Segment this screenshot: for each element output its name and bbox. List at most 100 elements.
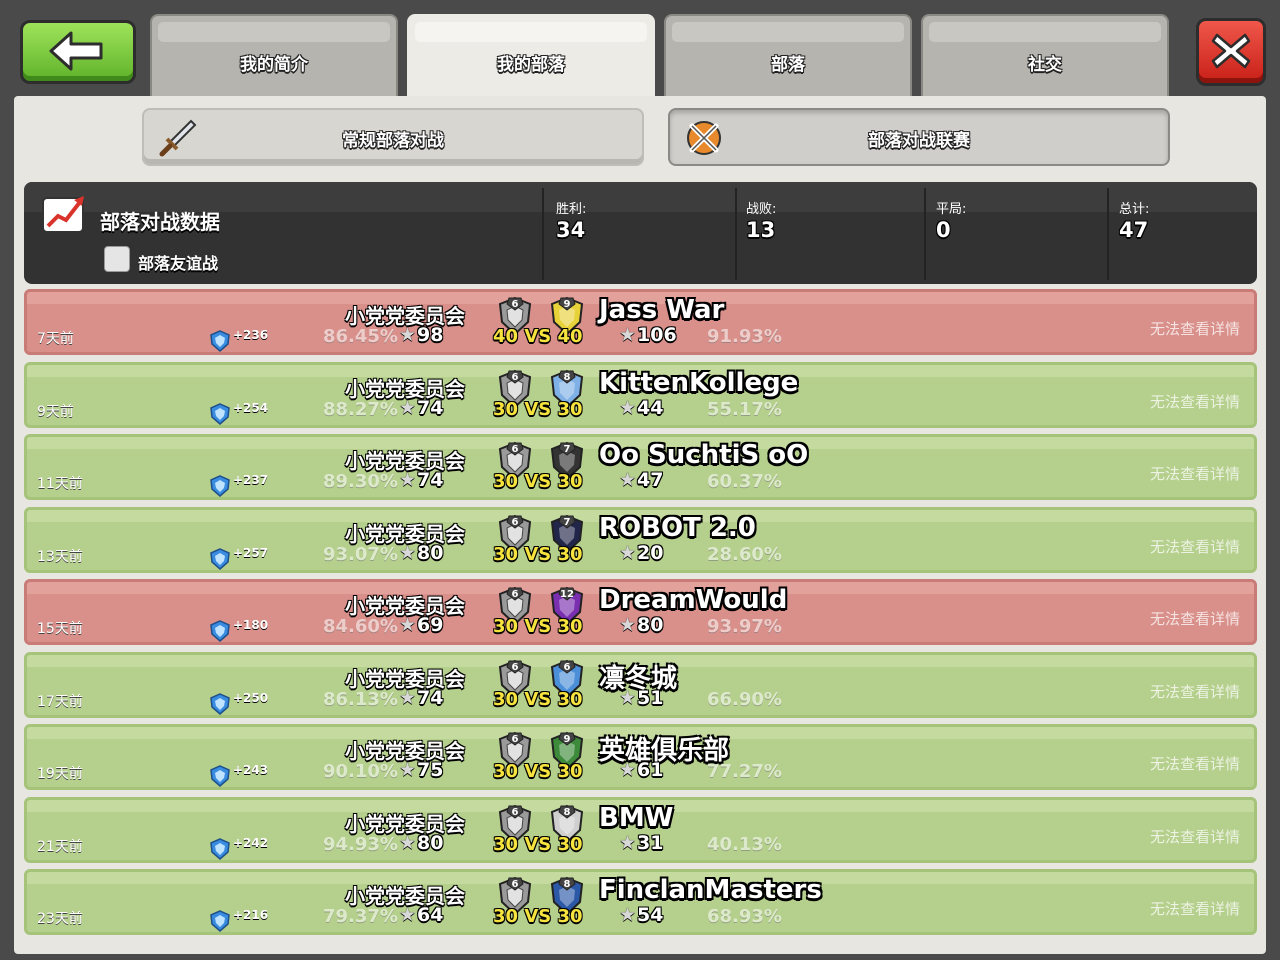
enemy-clan-level: 8 [564,372,571,383]
enemy-stars: ★44 [619,397,664,419]
tab-social[interactable]: 社交 [921,14,1169,98]
wins-label: 胜利: [556,202,587,217]
close-button[interactable] [1196,18,1266,86]
view-details-disabled: 无法查看详情 [1149,900,1240,918]
tab-highlight [672,22,904,42]
subtab-regular-war[interactable]: 常规部落对战 [142,108,644,166]
divider [924,188,926,280]
star-icon: ★ [619,469,637,491]
enemy-stars: ★47 [619,469,664,491]
star-icon: ★ [619,397,637,419]
my-stars: ★69 [399,614,444,636]
enemy-stars-value: 80 [637,614,664,636]
divider [542,188,544,280]
enemy-clan-level: 8 [564,807,571,818]
enemy-destruction-percent: 40.13% [707,834,782,855]
my-destruction-percent: 79.37% [323,906,398,927]
tab-highlight [415,22,647,42]
star-icon: ★ [619,832,637,854]
clan-xp-gain: +236 [233,328,269,342]
enemy-stars: ★20 [619,542,664,564]
friendly-war-checkbox[interactable] [104,246,130,272]
my-destruction-percent: 90.10% [323,761,398,782]
my-stars: ★74 [399,397,444,419]
war-size: 30 VS 30 [493,689,583,710]
my-stars: ★80 [399,542,444,564]
war-size: 30 VS 30 [493,761,583,782]
war-log-row[interactable]: 7天前 +236 小党党委员会 86.45% ★98 6 9 40 VS 40 … [24,289,1257,355]
war-log-row[interactable]: 17天前 +250 小党党委员会 86.13% ★74 6 6 30 VS 30… [24,652,1257,718]
war-log-row[interactable]: 21天前 +242 小党党委员会 94.93% ★80 6 8 30 VS 30… [24,797,1257,863]
my-clan-level: 6 [512,734,519,745]
clan-xp-gain: +242 [233,836,269,850]
subtab-war-league[interactable]: 部落对战联赛 [668,108,1170,166]
star-icon: ★ [399,832,417,854]
star-icon: ★ [619,324,637,346]
tab-my-clan[interactable]: 我的部落 [407,14,655,100]
war-time-ago: 15天前 [37,621,83,637]
star-icon: ★ [399,324,417,346]
clan-xp-gain: +237 [233,473,269,487]
view-details-disabled: 无法查看详情 [1149,465,1240,483]
tab-label: 我的简介 [240,55,308,75]
my-stars-value: 74 [417,687,444,709]
enemy-clan-name: FinclanMasters [599,875,822,905]
clan-xp-gain: +216 [233,908,269,922]
enemy-stars-value: 106 [637,324,677,346]
clan-xp-gain: +254 [233,401,269,415]
enemy-stars: ★106 [619,324,677,346]
enemy-clan-level: 7 [564,444,571,455]
enemy-stars-value: 44 [637,397,664,419]
clan-xp-icon [210,693,230,715]
war-log-row[interactable]: 11天前 +237 小党党委员会 89.30% ★74 6 7 30 VS 30… [24,434,1257,500]
enemy-clan-name: Oo SuchtiS oO [599,440,809,470]
my-clan-level: 6 [512,444,519,455]
star-icon: ★ [399,759,417,781]
my-destruction-percent: 94.93% [323,834,398,855]
my-destruction-percent: 84.60% [323,616,398,637]
my-stars: ★64 [399,904,444,926]
view-details-disabled: 无法查看详情 [1149,320,1240,338]
war-log-row[interactable]: 13天前 +257 小党党委员会 93.07% ★80 6 7 30 VS 30… [24,507,1257,573]
stats-title: 部落对战数据 [100,210,220,234]
tab-profile[interactable]: 我的简介 [150,14,398,98]
draws-value: 0 [936,218,951,242]
my-destruction-percent: 86.13% [323,689,398,710]
back-arrow-icon [49,31,103,71]
war-time-ago: 13天前 [37,549,83,565]
war-log-row[interactable]: 9天前 +254 小党党委员会 88.27% ★74 6 8 30 VS 30 … [24,362,1257,428]
enemy-stars: ★51 [619,687,664,709]
my-clan-level: 6 [512,372,519,383]
enemy-clan-level: 9 [564,299,571,310]
total-value: 47 [1119,218,1149,242]
enemy-stars-value: 31 [637,832,664,854]
my-stars-value: 80 [417,832,444,854]
enemy-clan-level: 8 [564,879,571,890]
tab-label: 社交 [1028,55,1062,75]
star-icon: ★ [399,542,417,564]
war-log-row[interactable]: 19天前 +243 小党党委员会 90.10% ★75 6 9 30 VS 30… [24,724,1257,790]
war-time-ago: 11天前 [37,476,83,492]
war-time-ago: 9天前 [37,404,74,420]
tab-clans[interactable]: 部落 [664,14,912,98]
subtab-label: 常规部落对战 [342,131,444,151]
view-details-disabled: 无法查看详情 [1149,393,1240,411]
enemy-stars-value: 54 [637,904,664,926]
enemy-stars: ★80 [619,614,664,636]
war-size: 30 VS 30 [493,399,583,420]
view-details-disabled: 无法查看详情 [1149,683,1240,701]
war-log-row[interactable]: 15天前 +180 小党党委员会 84.60% ★69 6 12 30 VS 3… [24,579,1257,645]
my-clan-level: 6 [512,662,519,673]
enemy-clan-level: 9 [564,734,571,745]
enemy-clan-name: DreamWould [599,585,788,615]
my-clan-level: 6 [512,299,519,310]
enemy-destruction-percent: 55.17% [707,399,782,420]
war-log-row[interactable]: 23天前 +216 小党党委员会 79.37% ★64 6 8 30 VS 30… [24,869,1257,935]
enemy-stars-value: 51 [637,687,664,709]
star-icon: ★ [619,687,637,709]
star-icon: ★ [399,397,417,419]
war-time-ago: 23天前 [37,911,83,927]
star-icon: ★ [399,469,417,491]
enemy-clan-name: ROBOT 2.0 [599,513,756,543]
back-button[interactable] [20,20,136,84]
